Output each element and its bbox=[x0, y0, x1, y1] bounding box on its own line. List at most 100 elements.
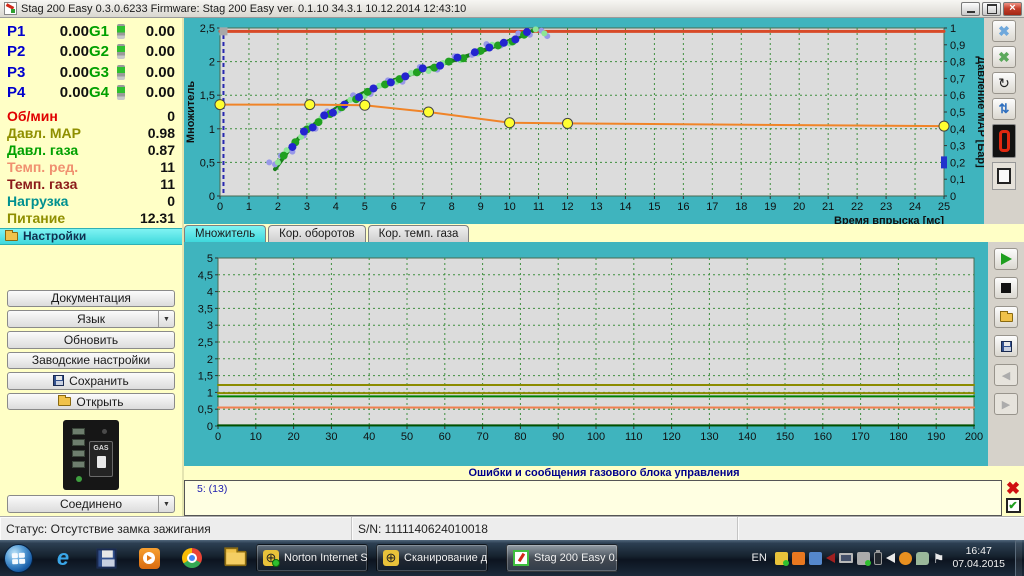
chevron-down-icon[interactable]: ▼ bbox=[158, 496, 174, 512]
param-label: Нагрузка bbox=[7, 193, 68, 209]
task-stag-200-easy[interactable]: Stag 200 Easy 0.3.... bbox=[506, 544, 618, 572]
open-button[interactable]: Открыть bbox=[7, 393, 175, 411]
svg-text:0,5: 0,5 bbox=[200, 157, 215, 169]
tab-gas-temp-correction[interactable]: Кор. темп. газа bbox=[368, 225, 470, 242]
play-icon[interactable] bbox=[994, 248, 1018, 270]
messenger-icon[interactable] bbox=[916, 552, 929, 565]
svg-text:180: 180 bbox=[889, 431, 907, 443]
svg-text:0,8: 0,8 bbox=[950, 57, 965, 69]
gas-switch-panel: GAS bbox=[63, 420, 119, 490]
button-label: Открыть bbox=[76, 395, 123, 409]
language-indicator[interactable]: EN bbox=[752, 552, 767, 564]
language-button[interactable]: Язык ▼ bbox=[7, 310, 175, 328]
petrol-injector-label: P4 bbox=[7, 84, 37, 101]
connection-button[interactable]: Соединено ▼ bbox=[7, 495, 175, 513]
autofit-icon[interactable]: ⇅ bbox=[992, 98, 1016, 120]
close-green-x-icon[interactable]: ✖ bbox=[992, 46, 1016, 68]
save-icon[interactable] bbox=[994, 335, 1018, 357]
clear-errors-icon[interactable]: ✖ bbox=[1006, 480, 1020, 497]
svg-text:15: 15 bbox=[648, 201, 660, 213]
tab-multiplier[interactable]: Множитель bbox=[184, 225, 266, 242]
svg-text:10: 10 bbox=[250, 431, 262, 443]
update-button[interactable]: Обновить bbox=[7, 331, 175, 349]
action-center-flag-icon[interactable]: ⚑ bbox=[933, 552, 945, 565]
confirm-errors-icon[interactable]: ✔ bbox=[1006, 498, 1021, 513]
internet-explorer-icon[interactable]: e bbox=[50, 545, 76, 571]
norton-tray-icon[interactable] bbox=[775, 552, 788, 565]
stop-icon[interactable] bbox=[994, 277, 1018, 299]
backup-app-icon[interactable] bbox=[93, 545, 119, 571]
titlebar: Stag 200 Easy 0.3.0.6233 Firmware: Stag … bbox=[0, 0, 1024, 18]
petrol-injector-value: 0.00 bbox=[37, 64, 89, 81]
agent-tray-icon[interactable] bbox=[792, 552, 805, 565]
svg-text:70: 70 bbox=[476, 431, 488, 443]
svg-text:90: 90 bbox=[552, 431, 564, 443]
empty-frame-icon[interactable] bbox=[992, 162, 1016, 190]
svg-text:0,1: 0,1 bbox=[950, 174, 965, 186]
task-label: Stag 200 Easy 0.3.... bbox=[534, 552, 618, 564]
chrome-icon[interactable] bbox=[179, 545, 205, 571]
audio-device-icon[interactable] bbox=[826, 553, 835, 563]
oscilloscope-chart[interactable]: 0102030405060708090100110120130140150160… bbox=[184, 242, 988, 466]
svg-text:4,5: 4,5 bbox=[198, 270, 213, 282]
usb-device-icon[interactable] bbox=[857, 552, 870, 565]
petrol-injector-label: P1 bbox=[7, 23, 37, 40]
svg-text:13: 13 bbox=[590, 201, 602, 213]
clock[interactable]: 16:47 07.04.2015 bbox=[952, 545, 1005, 571]
svg-text:4: 4 bbox=[333, 201, 339, 213]
svg-text:1,5: 1,5 bbox=[198, 371, 213, 383]
scroll-left-icon[interactable]: ◀ bbox=[994, 364, 1018, 386]
svg-text:8: 8 bbox=[449, 201, 455, 213]
svg-text:100: 100 bbox=[587, 431, 605, 443]
svg-text:4: 4 bbox=[207, 287, 213, 299]
digital-display-icon[interactable] bbox=[992, 124, 1016, 158]
petrol-injector-label: P2 bbox=[7, 43, 37, 60]
scan-globe-icon: ⊕ bbox=[383, 550, 399, 566]
chevron-down-icon[interactable]: ▼ bbox=[158, 311, 174, 327]
maximize-button[interactable] bbox=[982, 2, 1001, 16]
open-icon[interactable] bbox=[994, 306, 1018, 328]
multiplier-chart[interactable]: 0123456789101112131415161718192021222324… bbox=[184, 18, 984, 224]
battery-icon[interactable] bbox=[874, 552, 882, 565]
rotate-view-icon[interactable]: ↻ bbox=[992, 72, 1016, 94]
start-button[interactable] bbox=[4, 544, 33, 573]
factory-settings-button[interactable]: Заводские настройки bbox=[7, 352, 175, 370]
errors-list[interactable]: 5: (13) bbox=[184, 480, 1002, 516]
svg-text:25: 25 bbox=[938, 201, 950, 213]
injector-row: P4 0.00 G4 0.00 bbox=[0, 83, 182, 104]
explorer-folder-icon[interactable] bbox=[222, 545, 248, 571]
app-tray-icon[interactable] bbox=[809, 552, 822, 565]
live-parameters: Об/мин 0 Давл. MAP 0.98 Давл. газа 0.87 … bbox=[0, 107, 182, 226]
documentation-button[interactable]: Документация bbox=[7, 290, 175, 308]
svg-text:5: 5 bbox=[207, 253, 213, 265]
folder-open-icon bbox=[58, 397, 71, 406]
svg-text:0,5: 0,5 bbox=[950, 107, 965, 119]
tab-rpm-correction[interactable]: Кор. оборотов bbox=[268, 225, 365, 242]
close-button[interactable]: × bbox=[1003, 2, 1022, 16]
button-label: Сохранить bbox=[69, 374, 129, 388]
svg-text:40: 40 bbox=[363, 431, 375, 443]
display-icon[interactable] bbox=[839, 553, 853, 563]
settings-section-header[interactable]: Настройки bbox=[0, 228, 182, 245]
svg-text:20: 20 bbox=[793, 201, 805, 213]
minimize-button[interactable] bbox=[961, 2, 980, 16]
injector-row: P2 0.00 G2 0.00 bbox=[0, 42, 182, 63]
hide-blue-x-icon[interactable]: ✖ bbox=[992, 20, 1016, 42]
network-activity-icon[interactable] bbox=[899, 552, 912, 565]
svg-text:2,5: 2,5 bbox=[200, 23, 215, 35]
param-row-map-pressure: Давл. MAP 0.98 bbox=[0, 124, 182, 141]
system-tray: EN ⚑ 16:47 07.04.2015 bbox=[752, 540, 1024, 576]
volume-icon[interactable] bbox=[886, 553, 895, 563]
save-button[interactable]: Сохранить bbox=[7, 372, 175, 390]
folder-open-icon bbox=[5, 232, 18, 241]
scroll-right-icon[interactable]: ▶ bbox=[994, 393, 1018, 415]
task-scanning[interactable]: ⊕ Сканирование д... bbox=[376, 544, 488, 572]
svg-text:22: 22 bbox=[851, 201, 863, 213]
media-player-icon[interactable] bbox=[136, 545, 162, 571]
task-norton[interactable]: ⊕ Norton Internet S... bbox=[256, 544, 368, 572]
param-row-gas-pressure: Давл. газа 0.87 bbox=[0, 141, 182, 158]
svg-text:18: 18 bbox=[735, 201, 747, 213]
show-desktop-button[interactable] bbox=[1015, 540, 1022, 576]
param-row-voltage: Питание 12.31 bbox=[0, 209, 182, 226]
time: 16:47 bbox=[952, 545, 1005, 558]
